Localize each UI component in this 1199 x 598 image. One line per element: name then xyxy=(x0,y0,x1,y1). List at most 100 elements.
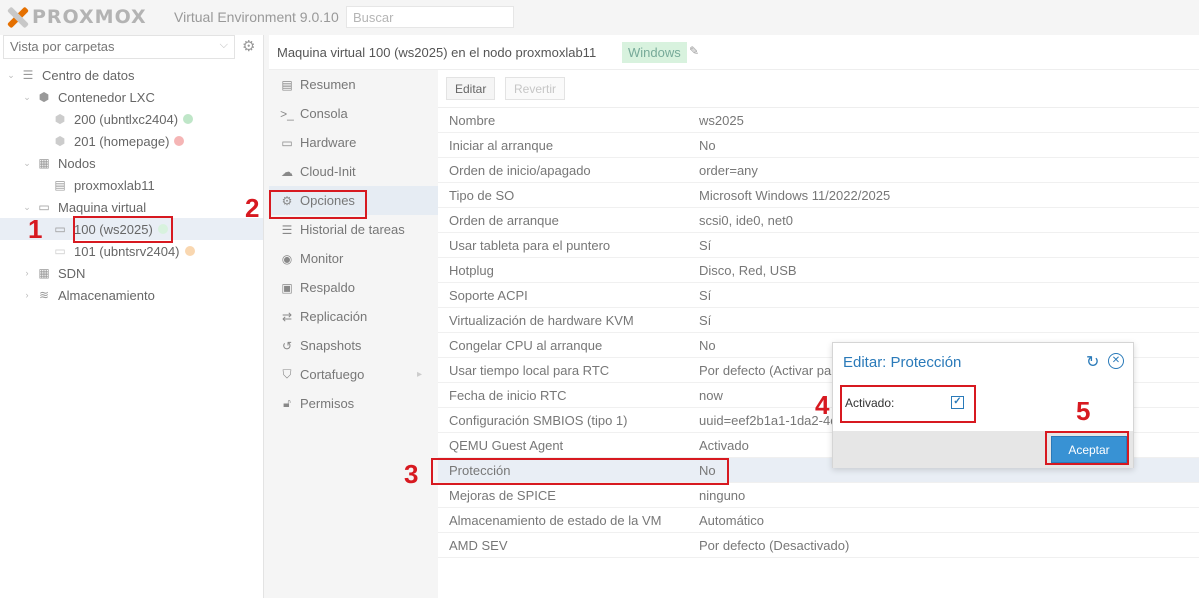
nav-item-historial[interactable]: ☰ Historial de tareas xyxy=(269,215,438,244)
option-value: Sí xyxy=(699,313,712,328)
options-row[interactable]: Usar tableta para el puntero Sí xyxy=(438,233,1199,258)
expand-toggle[interactable]: › xyxy=(22,290,32,300)
options-row[interactable]: Iniciar al arranque No xyxy=(438,133,1199,158)
nav-item-hardware[interactable]: ▭ Hardware xyxy=(269,128,438,157)
option-value: Sí xyxy=(699,288,712,303)
options-row[interactable]: Nombre ws2025 xyxy=(438,108,1199,133)
options-toolbar: Editar Revertir xyxy=(438,70,1199,108)
lxc-icon: ⬢ xyxy=(54,134,66,148)
view-selector[interactable]: Vista por carpetas ⌵ xyxy=(3,35,235,59)
option-key: QEMU Guest Agent xyxy=(449,438,564,453)
tree-item-sdn[interactable]: › ▦ SDN xyxy=(0,262,263,284)
annotation-number-4: 4 xyxy=(815,390,830,420)
nav-item-snapshots[interactable]: ↺ Snapshots xyxy=(269,331,438,360)
reset-icon[interactable]: ↻ xyxy=(1086,352,1099,372)
options-row[interactable]: AMD SEV Por defecto (Desactivado) xyxy=(438,533,1199,558)
option-key: AMD SEV xyxy=(449,538,508,553)
collapse-toggle[interactable]: ⌄ xyxy=(22,158,32,169)
nav-item-resumen[interactable]: ▤ Resumen xyxy=(269,70,438,99)
options-row[interactable]: Mejoras de SPICE ninguno xyxy=(438,483,1199,508)
options-row[interactable]: Almacenamiento de estado de la VM Automát… xyxy=(438,508,1199,533)
nav-item-monitor[interactable]: ◉ Monitor xyxy=(269,244,438,273)
tree-item-lxc-200[interactable]: ⬢ 200 (ubntlxc2404) xyxy=(0,108,263,130)
book-icon: ▤ xyxy=(281,77,293,92)
collapse-toggle[interactable]: ⌄ xyxy=(22,92,32,103)
nav-item-consola[interactable]: >_ Consola xyxy=(269,99,438,128)
list-icon: ☰ xyxy=(281,222,293,237)
nav-item-label: Cloud-Init xyxy=(300,164,356,179)
collapse-toggle[interactable]: ⌄ xyxy=(22,202,32,213)
eye-icon: ◉ xyxy=(281,251,293,266)
nav-item-permisos[interactable]: 🔓︎ Permisos xyxy=(269,389,438,418)
annotation-number-5: 5 xyxy=(1076,396,1091,426)
nav-item-label: Hardware xyxy=(300,135,357,150)
container-icon: ⬢ xyxy=(38,90,50,104)
tree-item-storage[interactable]: › ≋ Almacenamiento xyxy=(0,284,263,306)
options-panel: Editar Revertir Nombre ws2025 Iniciar al … xyxy=(438,70,1199,598)
option-value: Por defecto (Activar par xyxy=(699,363,836,378)
option-key: Nombre xyxy=(449,113,496,128)
status-dot xyxy=(184,246,195,256)
annotation-box-3 xyxy=(431,458,729,485)
nav-item-label: Permisos xyxy=(300,396,355,411)
nav-item-replicacion[interactable]: ⇄ Replicación xyxy=(269,302,438,331)
search-input[interactable]: Buscar xyxy=(346,6,514,28)
tree-item-nodes-folder[interactable]: ⌄ ▦ Nodos xyxy=(0,152,263,174)
option-value: now xyxy=(699,388,723,403)
nav-item-respaldo[interactable]: ▣ Respaldo xyxy=(269,273,438,302)
options-row[interactable]: Orden de arranque scsi0, ide0, net0 xyxy=(438,208,1199,233)
tree-item-lxc-201[interactable]: ⬢ 201 (homepage) xyxy=(0,130,263,152)
history-icon: ↺ xyxy=(281,338,293,353)
pencil-icon[interactable]: ✎ xyxy=(689,44,699,58)
expand-toggle[interactable]: › xyxy=(22,268,32,278)
option-value: ws2025 xyxy=(699,113,744,128)
option-key: Orden de inicio/apagado xyxy=(449,163,591,178)
option-value: Activado xyxy=(699,438,749,453)
collapse-toggle[interactable]: ⌄ xyxy=(6,70,16,81)
option-value: Automático xyxy=(699,513,765,528)
desktop-icon: ▭ xyxy=(281,135,293,150)
tree-item-node-proxmoxlab11[interactable]: ▤ proxmoxlab11 xyxy=(0,174,263,196)
options-row[interactable]: Hotplug Disco, Red, USB xyxy=(438,258,1199,283)
status-dot xyxy=(183,114,194,124)
tree-item-lxc-folder[interactable]: ⌄ ⬢ Contenedor LXC xyxy=(0,86,263,108)
node-icon: ▤ xyxy=(54,178,66,192)
nav-item-label: Monitor xyxy=(300,251,344,266)
nav-item-cortafuego[interactable]: ⛉ Cortafuego ▸ xyxy=(269,360,438,389)
option-key: Orden de arranque xyxy=(449,213,559,228)
panel-header: Maquina virtual 100 (ws2025) en el nodo … xyxy=(269,35,1199,70)
nav-item-label: Resumen xyxy=(300,77,356,92)
resource-tree: ⌄ ☰ Centro de datos ⌄ ⬢ Contenedor LXC ⬢… xyxy=(0,64,263,306)
tree-item-label: proxmoxlab11 xyxy=(74,177,155,193)
nav-item-label: Replicación xyxy=(300,309,368,324)
option-key: Congelar CPU al arranque xyxy=(449,338,603,353)
proxmox-logo: PROXMOX xyxy=(6,6,147,29)
option-key: Usar tiempo local para RTC xyxy=(449,363,610,378)
tree-item-label: 101 (ubntsrv2404) xyxy=(74,243,180,259)
edit-button[interactable]: Editar xyxy=(446,77,496,100)
lxc-icon: ⬢ xyxy=(54,112,66,126)
close-icon[interactable]: ✕ xyxy=(1108,353,1124,369)
option-key: Almacenamiento de estado de la VM xyxy=(449,513,662,528)
revert-button[interactable]: Revertir xyxy=(505,77,566,100)
options-row[interactable]: Tipo de SO Microsoft Windows 11/2022/2025 xyxy=(438,183,1199,208)
unlock-icon: 🔓︎ xyxy=(283,396,291,410)
options-row[interactable]: Orden de inicio/apagado order=any xyxy=(438,158,1199,183)
logo-text: PROXMOX xyxy=(32,6,147,28)
datacenter-icon: ☰ xyxy=(22,68,34,82)
tree-item-datacenter[interactable]: ⌄ ☰ Centro de datos xyxy=(0,64,263,86)
option-key: Virtualización de hardware KVM xyxy=(449,313,634,328)
option-key: Tipo de SO xyxy=(449,188,515,203)
cloud-icon: ☁ xyxy=(281,164,293,179)
status-dot xyxy=(174,136,185,146)
option-value: No xyxy=(699,138,716,153)
nav-item-cloud-init[interactable]: ☁ Cloud-Init xyxy=(269,157,438,186)
options-grid: Nombre ws2025 Iniciar al arranque No Orden… xyxy=(438,108,1199,558)
options-row[interactable]: Virtualización de hardware KVM Sí xyxy=(438,308,1199,333)
top-bar: PROXMOX Virtual Environment 9.0.10 Busca… xyxy=(0,0,1199,35)
floppy-icon: ▣ xyxy=(281,280,293,295)
gear-icon[interactable]: ⚙ xyxy=(242,37,255,55)
options-row[interactable]: Soporte ACPI Sí xyxy=(438,283,1199,308)
option-key: Soporte ACPI xyxy=(449,288,528,303)
grid-icon: ▦ xyxy=(38,266,50,280)
